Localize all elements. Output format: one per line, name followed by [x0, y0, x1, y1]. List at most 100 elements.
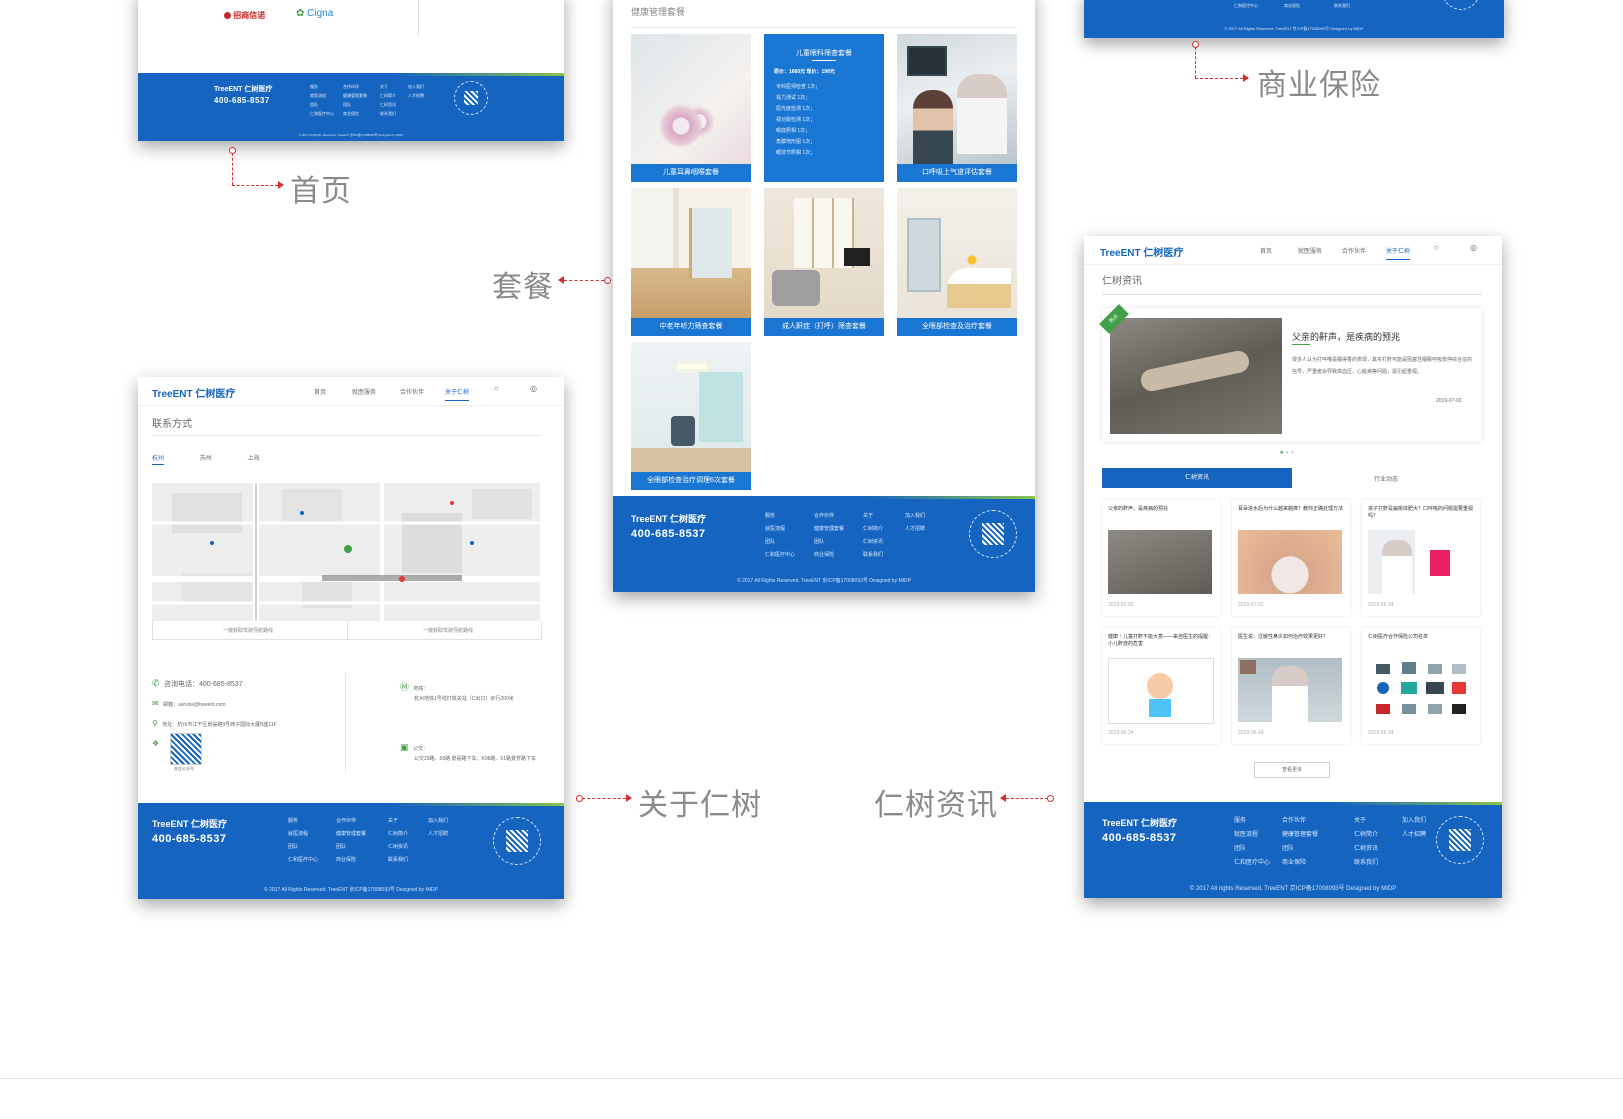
package-tile[interactable]: 全眼部检查治疗调理6次套餐 — [631, 342, 751, 490]
tab-shanghai[interactable]: 上海 — [247, 456, 259, 462]
footer-link[interactable]: 合作伙伴 — [1282, 814, 1318, 828]
footer-link[interactable]: 人才招聘 — [428, 828, 448, 841]
contact-email[interactable]: 邮箱：service@treeent.com — [163, 702, 225, 708]
footer-link[interactable]: 仁树资讯 — [380, 100, 396, 109]
footer-link[interactable]: 仁树简介 — [380, 91, 396, 100]
footer-link[interactable]: 仁和医疗中心 — [1234, 856, 1270, 870]
footer-link[interactable]: 服务 — [310, 82, 334, 91]
nav-services[interactable]: 就医服务 — [1298, 246, 1322, 255]
footer-link[interactable]: 团队 — [288, 841, 318, 854]
carousel-dot[interactable]: ● — [1285, 450, 1289, 456]
user-icon[interactable]: ◎ — [530, 384, 537, 393]
nav-home[interactable]: 首页 — [1260, 246, 1272, 255]
insurance-page-card[interactable]: 仁和医疗中心 商业保险 联系我们 © 2017 All Rights Reser… — [1084, 0, 1504, 38]
package-tile[interactable]: 成人鼾症（打呼）筛查套餐 — [764, 188, 884, 336]
footer-link[interactable]: 团队 — [336, 841, 366, 854]
footer-link[interactable]: 人才招聘 — [408, 91, 424, 100]
footer-link[interactable]: 就医流程 — [288, 828, 318, 841]
footer-link[interactable]: 仁树资讯 — [1354, 842, 1378, 856]
footer-link[interactable]: 人才招聘 — [905, 523, 925, 536]
footer-link[interactable]: 联系我们 — [388, 854, 408, 867]
footer-link[interactable]: 健康管理套餐 — [343, 91, 367, 100]
footer-link[interactable]: 健康管理套餐 — [336, 828, 366, 841]
footer-link[interactable]: 关于 — [863, 510, 883, 523]
article-card[interactable]: 父亲的鼾声，是疾病的预兆 2019-07-02 — [1102, 500, 1220, 616]
footer-link[interactable]: 服务 — [1234, 814, 1270, 828]
article-card[interactable]: 仁树医疗合作保险公司名单 2019-06-24 — [1362, 628, 1480, 744]
footer-link[interactable]: 商业保险 — [1282, 856, 1318, 870]
home-page-card[interactable]: 招商信诺 ✿ Cigna TreeENT 仁树医疗 400-685-8537 服… — [138, 0, 564, 141]
route-left-button[interactable]: 一键获取驾驶导航路线 — [223, 627, 273, 634]
footer-link[interactable]: 服务 — [765, 510, 795, 523]
package-tile[interactable]: 儿童耳鼻咽喉套餐 — [631, 34, 751, 182]
article-card[interactable]: 耳朵进水后为什么越来越痒？教你正确处理方法 2019-07-02 — [1232, 500, 1350, 616]
article-card[interactable]: 健康｜儿童打鼾不能大意——来自医生的提醒：小儿鼾症的危害 2019-06-24 — [1102, 628, 1220, 744]
footer-link[interactable]: 联系我们 — [380, 109, 396, 118]
nav-home[interactable]: 首页 — [314, 387, 326, 396]
featured-article[interactable]: 热点 父亲的鼾声，是疾病的预兆 很多人认为打呼噜是睡得香的表现，其实打鼾可能是阻… — [1099, 304, 1482, 442]
map[interactable] — [152, 483, 540, 621]
footer-link[interactable]: 加入我们 — [1402, 814, 1426, 828]
nav-partners[interactable]: 合作伙伴 — [400, 387, 424, 396]
footer-link[interactable]: 团队 — [765, 536, 795, 549]
footer-link[interactable]: 加入我们 — [428, 815, 448, 828]
package-tile[interactable]: 中老年听力筛查套餐 — [631, 188, 751, 336]
footer-link[interactable]: 仁和医疗中心 — [765, 549, 795, 562]
tab-news[interactable]: 仁树资讯 — [1102, 468, 1292, 488]
footer-link[interactable]: 仁树资讯 — [388, 841, 408, 854]
package-page-card[interactable]: 健康管理套餐 儿童耳鼻咽喉套餐 儿童眼科筛查套餐 原价：1680元 现价：198… — [613, 0, 1035, 592]
footer-link[interactable]: 仁和医疗中心 — [310, 109, 334, 118]
more-button[interactable]: 查看更多 — [1254, 762, 1330, 778]
footer-link[interactable]: 仁和医疗中心 — [288, 854, 318, 867]
footer-link[interactable]: 团队 — [814, 536, 844, 549]
route-right-button[interactable]: 一键获取驾驶导航路线 — [423, 627, 473, 634]
footer-link[interactable]: 团队 — [310, 100, 334, 109]
package-tile[interactable]: 口呼吸上气道评估套餐 — [897, 34, 1017, 182]
footer-link[interactable]: 联系我们 — [1354, 856, 1378, 870]
footer-link[interactable]: 团队 — [1234, 842, 1270, 856]
footer-link[interactable]: 团队 — [343, 100, 367, 109]
footer-link[interactable]: 人才招聘 — [1402, 828, 1426, 842]
footer-link[interactable]: 联系我们 — [1334, 0, 1350, 12]
search-icon[interactable]: ○ — [1434, 243, 1439, 252]
featured-article-title[interactable]: 父亲的鼾声，是疾病的预兆 — [1292, 330, 1400, 343]
article-card[interactable]: 孩子打鼾是扁桃体肥大？口呼吸的问题需要重视吗？ 2019-06-24 — [1362, 500, 1480, 616]
footer-link[interactable]: 健康管理套餐 — [814, 523, 844, 536]
nav-partners[interactable]: 合作伙伴 — [1342, 246, 1366, 255]
tab-industry[interactable]: 行业动态 — [1374, 474, 1398, 483]
footer-link[interactable]: 关于 — [380, 82, 396, 91]
footer-link[interactable]: 联系我们 — [863, 549, 883, 562]
nav-about[interactable]: 关于仁树 — [445, 387, 470, 401]
footer-link[interactable]: 商业保险 — [343, 109, 367, 118]
footer-link[interactable]: 仁树简介 — [388, 828, 408, 841]
footer-link[interactable]: 仁树简介 — [1354, 828, 1378, 842]
site-logo[interactable]: TreeENT 仁树医疗 — [152, 385, 235, 400]
footer-link[interactable]: 商业保险 — [814, 549, 844, 562]
footer-link[interactable]: 就医流程 — [1234, 828, 1270, 842]
search-icon[interactable]: ○ — [494, 384, 499, 393]
footer-link[interactable]: 关于 — [388, 815, 408, 828]
footer-link[interactable]: 合作伙伴 — [343, 82, 367, 91]
nav-services[interactable]: 就医服务 — [352, 387, 376, 396]
article-card[interactable]: 医生说：过敏性鼻炎如何治疗效果更好？ 2019-06-24 — [1232, 628, 1350, 744]
footer-link[interactable]: 加入我们 — [408, 82, 424, 91]
package-tile[interactable]: 全眼部检查及治疗套餐 — [897, 188, 1017, 336]
tab-hangzhou[interactable]: 杭州 — [152, 456, 165, 465]
footer-link[interactable]: 合作伙伴 — [814, 510, 844, 523]
carousel-dot[interactable]: ● — [1291, 450, 1295, 456]
tab-suzhou[interactable]: 苏州 — [200, 456, 212, 462]
footer-link[interactable]: 仁树资讯 — [863, 536, 883, 549]
footer-link[interactable]: 仁树简介 — [863, 523, 883, 536]
news-page-card[interactable]: TreeENT 仁树医疗 首页 就医服务 合作伙伴 关于仁树 ○ ◎ 仁树资讯 … — [1084, 236, 1502, 898]
footer-link[interactable]: 商业保险 — [336, 854, 366, 867]
footer-link[interactable]: 就医流程 — [310, 91, 334, 100]
footer-link[interactable]: 关于 — [1354, 814, 1378, 828]
footer-link[interactable]: 就医流程 — [765, 523, 795, 536]
carousel-dot-active[interactable]: ● — [1280, 450, 1284, 456]
footer-link[interactable]: 加入我们 — [905, 510, 925, 523]
user-icon[interactable]: ◎ — [1470, 243, 1477, 252]
footer-link[interactable]: 服务 — [288, 815, 318, 828]
site-logo[interactable]: TreeENT 仁树医疗 — [1100, 244, 1183, 259]
footer-link[interactable]: 团队 — [1282, 842, 1318, 856]
featured-package-tile[interactable]: 儿童眼科筛查套餐 原价：1680元 现价：198元 专科医师检查 1次； 视力测… — [764, 34, 884, 182]
